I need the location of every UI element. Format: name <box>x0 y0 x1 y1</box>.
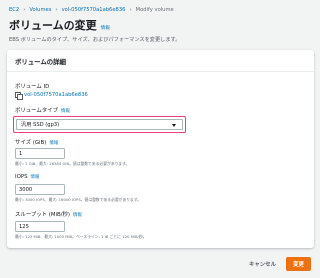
iops-input[interactable]: 3000 <box>15 184 65 195</box>
size-label: サイズ (GiB) 情報 <box>15 138 58 146</box>
volume-id-value: vol-050f7570a1ab6e836 <box>15 92 88 100</box>
iops-label: IOPS 情報 <box>15 174 39 180</box>
volume-type-label-text: ボリュームタイプ <box>15 108 58 114</box>
page-description: EBS ボリュームのタイプ、サイズ、およびパフォーマンスを変更します。 <box>9 37 181 43</box>
throughput-info-link[interactable]: 情報 <box>73 212 82 218</box>
volume-type-select[interactable]: 汎用 SSD (gp3) <box>16 119 183 130</box>
iops-hint: 最小: 3000 IOPS、最大: 16000 IOPS。値は整数である必要があ… <box>15 197 142 202</box>
breadcrumb: EC2 › Volumes › vol-050f7570a1ab6e836 › … <box>9 4 174 16</box>
volume-id-text[interactable]: vol-050f7570a1ab6e836 <box>24 92 88 98</box>
volume-type-info-link[interactable]: 情報 <box>61 108 70 114</box>
title-info-link[interactable]: 情報 <box>101 25 110 31</box>
chevron-right-icon: › <box>23 7 26 13</box>
throughput-label-text: スループット (MiB/秒) <box>15 212 70 218</box>
size-label-text: サイズ (GiB) <box>15 140 47 146</box>
modify-button[interactable]: 変更 <box>286 257 311 271</box>
panel-title: ボリュームの詳細 <box>15 58 66 66</box>
throughput-input[interactable]: 125 <box>15 221 65 232</box>
volume-id-label-text: ボリューム ID <box>15 84 50 90</box>
breadcrumb-volume-id[interactable]: vol-050f7570a1ab6e836 <box>62 7 126 13</box>
page-title: ボリュームの変更 <box>9 19 97 32</box>
size-hint: 最小: 1 GiB、最大: 16384 GiB。値は整数である必要があります。 <box>15 161 130 166</box>
size-input[interactable]: 1 <box>15 148 65 159</box>
page-title-row: ボリュームの変更 情報 <box>9 17 110 33</box>
volume-type-selected: 汎用 SSD (gp3) <box>21 122 60 128</box>
breadcrumb-current: Modify volume <box>135 7 174 13</box>
throughput-label: スループット (MiB/秒) 情報 <box>15 210 82 218</box>
chevron-right-icon: › <box>55 7 58 13</box>
breadcrumb-ec2[interactable]: EC2 <box>9 7 19 13</box>
caret-down-icon <box>172 123 176 127</box>
volume-details-panel: ボリュームの詳細 ボリューム ID vol-050f7570a1ab6e836 … <box>7 50 314 248</box>
throughput-hint: 最小: 125 MiB、最大: 1000 MiB。ベースライン: 1 IB ごと… <box>15 234 147 239</box>
volume-type-highlight: 汎用 SSD (gp3) <box>13 116 186 133</box>
volume-type-label: ボリュームタイプ 情報 <box>15 106 70 114</box>
copy-icon[interactable] <box>15 92 23 100</box>
size-info-link[interactable]: 情報 <box>49 140 58 146</box>
volume-id-label: ボリューム ID <box>15 82 49 90</box>
iops-label-text: IOPS <box>15 174 28 180</box>
cancel-button[interactable]: キャンセル <box>249 258 276 270</box>
panel-header: ボリュームの詳細 <box>7 50 314 72</box>
iops-info-link[interactable]: 情報 <box>31 174 40 180</box>
breadcrumb-volumes[interactable]: Volumes <box>29 7 51 13</box>
chevron-right-icon: › <box>129 7 132 13</box>
